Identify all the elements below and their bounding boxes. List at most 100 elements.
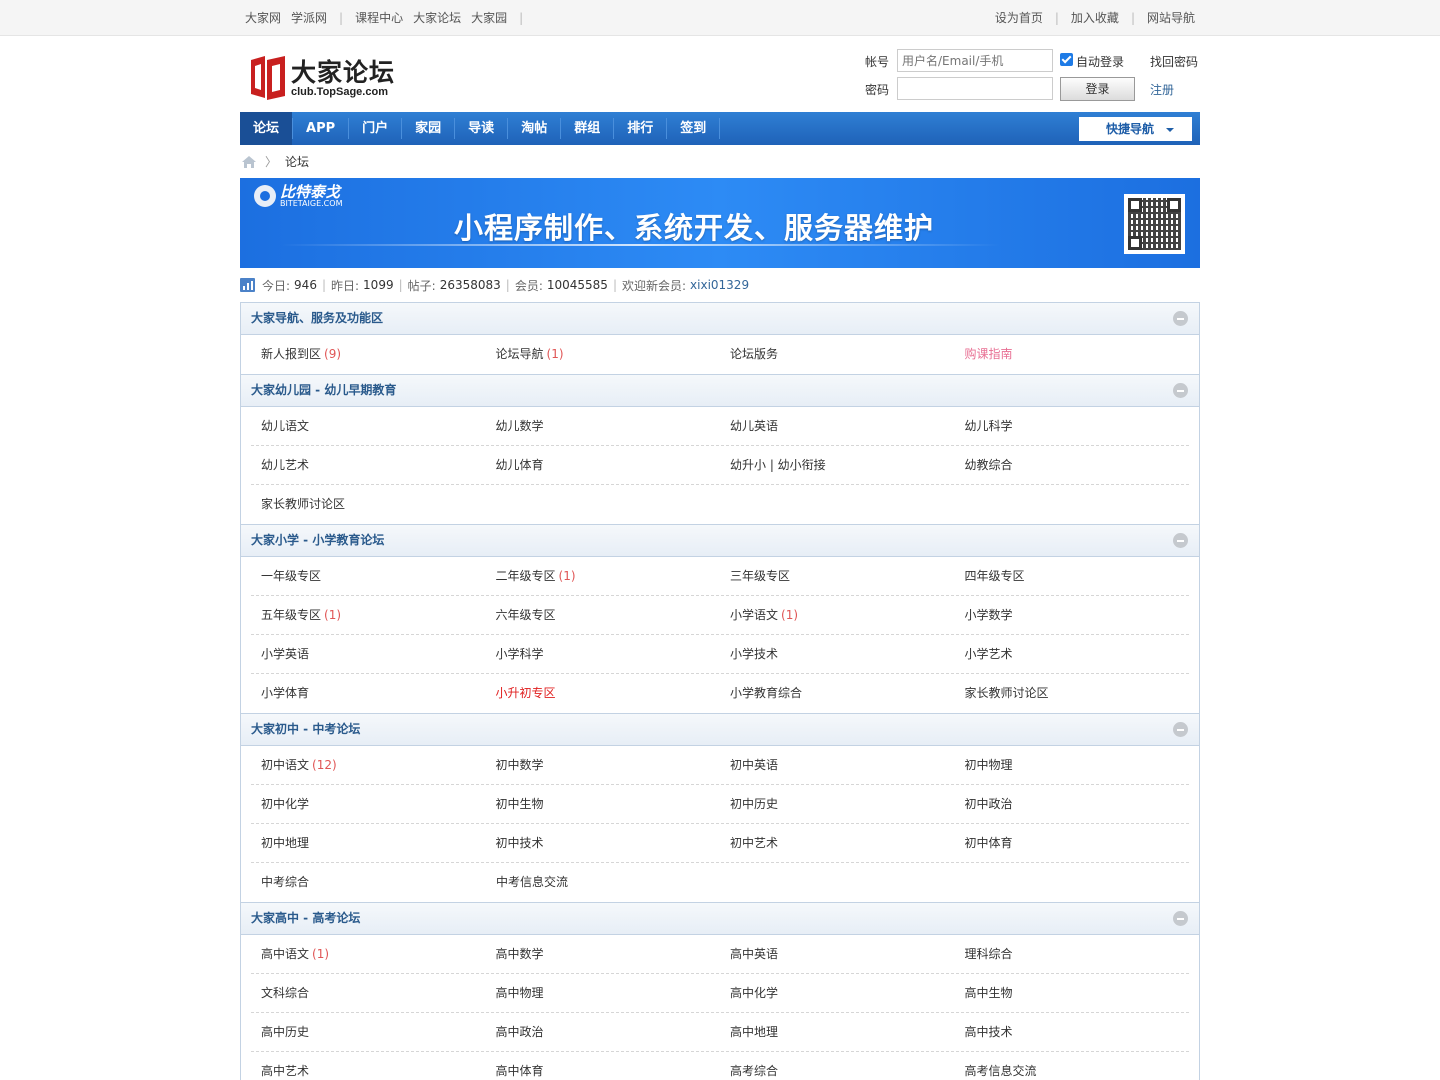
- top-link[interactable]: 课程中心: [355, 9, 403, 26]
- forum-board-link[interactable]: 小学英语: [251, 635, 486, 673]
- register-link[interactable]: 注册: [1150, 81, 1174, 98]
- forum-board-link[interactable]: 高中艺术: [251, 1052, 486, 1080]
- forum-board-link[interactable]: 文科综合: [251, 974, 486, 1012]
- forum-board-link[interactable]: 高中物理: [486, 974, 721, 1012]
- nav-groups[interactable]: 群组: [561, 112, 613, 145]
- site-logo[interactable]: 大家论坛 club.TopSage.com: [249, 54, 395, 102]
- forum-board-link[interactable]: 初中化学: [251, 785, 486, 823]
- forum-group-header[interactable]: 大家高中 - 高考论坛: [241, 903, 1199, 935]
- forum-board-link[interactable]: 中考综合: [251, 863, 486, 902]
- ad-banner[interactable]: 比特泰戈 BITETAIGE.COM 小程序制作、系统开发、服务器维护: [240, 178, 1200, 268]
- forum-group-header[interactable]: 大家小学 - 小学教育论坛: [241, 525, 1199, 557]
- set-homepage-link[interactable]: 设为首页: [995, 9, 1043, 26]
- forum-board-link[interactable]: 小学科学: [486, 635, 721, 673]
- forum-board-link[interactable]: 初中数学: [486, 746, 721, 784]
- forum-board-link[interactable]: 幼儿语文: [251, 407, 486, 445]
- collapse-icon[interactable]: [1173, 311, 1188, 326]
- forum-board-link[interactable]: 幼儿艺术: [251, 446, 486, 484]
- forum-board-link[interactable]: 高中英语: [720, 935, 955, 973]
- forum-board-link[interactable]: 高中技术: [955, 1013, 1190, 1051]
- forum-board-link[interactable]: 小学教育综合: [720, 674, 955, 713]
- forum-board-link[interactable]: 购课指南: [955, 335, 1190, 374]
- forum-board-link[interactable]: 幼教综合: [955, 446, 1190, 484]
- forum-board-link[interactable]: 小升初专区: [486, 674, 721, 713]
- site-nav-link[interactable]: 网站导航: [1147, 9, 1195, 26]
- nav-ranking[interactable]: 排行: [614, 112, 666, 145]
- forum-group-header[interactable]: 大家幼儿园 - 幼儿早期教育: [241, 375, 1199, 407]
- add-favorite-link[interactable]: 加入收藏: [1071, 9, 1119, 26]
- forum-board-link[interactable]: 高考信息交流: [955, 1052, 1190, 1080]
- nav-guide[interactable]: 导读: [455, 112, 507, 145]
- forum-group-header[interactable]: 大家导航、服务及功能区: [241, 303, 1199, 335]
- forgot-password-link[interactable]: 找回密码: [1150, 53, 1198, 70]
- forum-board-link[interactable]: 幼升小 | 幼小衔接: [720, 446, 955, 484]
- forum-group-title[interactable]: 大家幼儿园 - 幼儿早期教育: [251, 383, 396, 397]
- collapse-icon[interactable]: [1173, 533, 1188, 548]
- forum-board-link[interactable]: 小学艺术: [955, 635, 1190, 673]
- top-link[interactable]: 学派网: [291, 9, 327, 26]
- nav-collection[interactable]: 淘帖: [508, 112, 560, 145]
- forum-group-title[interactable]: 大家小学 - 小学教育论坛: [251, 533, 384, 547]
- forum-board-link[interactable]: 小学体育: [251, 674, 486, 713]
- forum-board-link[interactable]: 家长教师讨论区: [955, 674, 1190, 713]
- nav-portal[interactable]: 门户: [349, 112, 401, 145]
- forum-board-link[interactable]: 家长教师讨论区: [251, 485, 486, 524]
- forum-group-title[interactable]: 大家初中 - 中考论坛: [251, 722, 360, 736]
- nav-forum[interactable]: 论坛: [240, 112, 293, 145]
- forum-board-link[interactable]: 高中体育: [486, 1052, 721, 1080]
- forum-board-link[interactable]: 初中物理: [955, 746, 1190, 784]
- forum-board-link[interactable]: 新人报到区 (9): [251, 335, 486, 374]
- password-input[interactable]: [897, 77, 1053, 100]
- forum-board-link[interactable]: 论坛版务: [720, 335, 955, 374]
- forum-board-link[interactable]: 初中政治: [955, 785, 1190, 823]
- forum-board-link[interactable]: 幼儿数学: [486, 407, 721, 445]
- collapse-icon[interactable]: [1173, 722, 1188, 737]
- forum-board-link[interactable]: 初中历史: [720, 785, 955, 823]
- newest-member-link[interactable]: xixi01329: [690, 278, 749, 292]
- home-icon[interactable]: [241, 155, 257, 169]
- forum-group-title[interactable]: 大家导航、服务及功能区: [251, 311, 383, 325]
- forum-board-link[interactable]: 幼儿科学: [955, 407, 1190, 445]
- forum-board-link[interactable]: 六年级专区: [486, 596, 721, 634]
- forum-board-link[interactable]: 高中语文 (1): [251, 935, 486, 973]
- auto-login-checkbox[interactable]: [1060, 53, 1073, 66]
- forum-board-link[interactable]: 初中英语: [720, 746, 955, 784]
- forum-board-link[interactable]: 小学数学: [955, 596, 1190, 634]
- forum-board-link[interactable]: 小学技术: [720, 635, 955, 673]
- forum-group-title[interactable]: 大家高中 - 高考论坛: [251, 911, 360, 925]
- login-button[interactable]: 登录: [1060, 77, 1135, 101]
- forum-board-link[interactable]: 初中地理: [251, 824, 486, 862]
- account-input[interactable]: [897, 49, 1053, 72]
- nav-home[interactable]: 家园: [402, 112, 454, 145]
- forum-board-link[interactable]: 五年级专区 (1): [251, 596, 486, 634]
- forum-board-link[interactable]: 高中化学: [720, 974, 955, 1012]
- forum-board-link[interactable]: 初中语文 (12): [251, 746, 486, 784]
- forum-board-link[interactable]: 小学语文 (1): [720, 596, 955, 634]
- forum-board-link[interactable]: 一年级专区: [251, 557, 486, 595]
- forum-board-link[interactable]: 高中历史: [251, 1013, 486, 1051]
- forum-board-link[interactable]: 高中数学: [486, 935, 721, 973]
- forum-board-link[interactable]: 高中生物: [955, 974, 1190, 1012]
- forum-board-link[interactable]: 高中地理: [720, 1013, 955, 1051]
- nav-app[interactable]: APP: [293, 112, 348, 145]
- forum-board-link[interactable]: 二年级专区 (1): [486, 557, 721, 595]
- forum-board-link[interactable]: 初中艺术: [720, 824, 955, 862]
- forum-board-link[interactable]: 理科综合: [955, 935, 1190, 973]
- forum-board-link[interactable]: 幼儿英语: [720, 407, 955, 445]
- forum-board-link[interactable]: 初中技术: [486, 824, 721, 862]
- quick-nav-dropdown[interactable]: 快捷导航: [1079, 117, 1192, 141]
- forum-board-link[interactable]: 论坛导航 (1): [486, 335, 721, 374]
- collapse-icon[interactable]: [1173, 911, 1188, 926]
- collapse-icon[interactable]: [1173, 383, 1188, 398]
- forum-board-link[interactable]: 幼儿体育: [486, 446, 721, 484]
- top-link[interactable]: 大家网: [245, 9, 281, 26]
- nav-checkin[interactable]: 签到: [667, 112, 719, 145]
- breadcrumb-current[interactable]: 论坛: [285, 153, 309, 170]
- forum-board-link[interactable]: 高考综合: [720, 1052, 955, 1080]
- forum-board-link[interactable]: 三年级专区: [720, 557, 955, 595]
- forum-board-link[interactable]: 高中政治: [486, 1013, 721, 1051]
- forum-board-link[interactable]: 初中体育: [955, 824, 1190, 862]
- forum-board-link[interactable]: 初中生物: [486, 785, 721, 823]
- top-link[interactable]: 大家论坛: [413, 9, 461, 26]
- forum-board-link[interactable]: 中考信息交流: [486, 863, 721, 902]
